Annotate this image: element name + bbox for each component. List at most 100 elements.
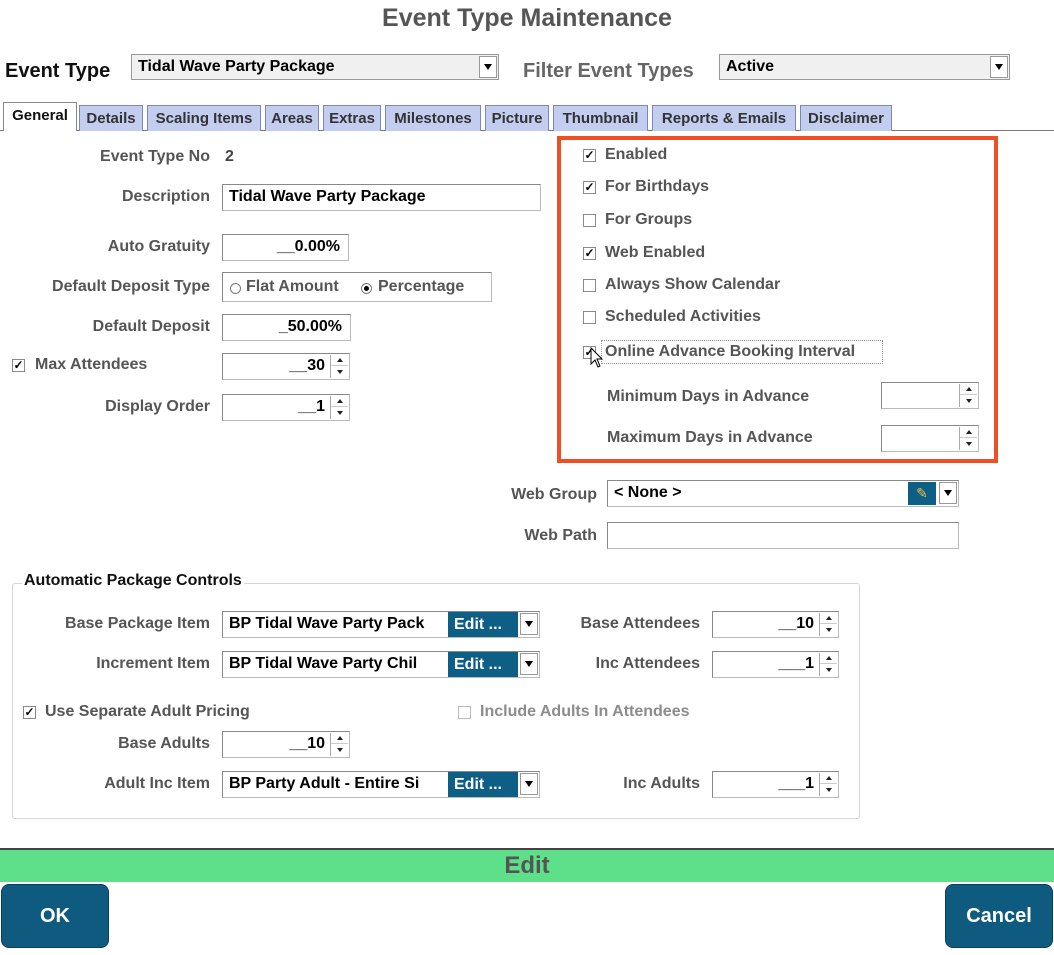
spin-buttons[interactable] [959, 427, 977, 450]
tab-details[interactable]: Details [79, 105, 143, 131]
tab-extras[interactable]: Extras [323, 105, 381, 131]
event-type-no-value: 2 [225, 148, 234, 165]
mouse-cursor-icon [590, 347, 604, 368]
adult-inc-select[interactable]: BP Party Adult - Entire Si Edit ... [222, 771, 540, 798]
deposit-type-group: Flat Amount Percentage [222, 272, 492, 302]
ok-button[interactable]: OK [1, 884, 109, 948]
spin-buttons[interactable] [959, 384, 977, 407]
inc-attendees-value: ___1 [778, 655, 814, 672]
separate-adult-label: Use Separate Adult Pricing [45, 703, 250, 720]
percentage-label: Percentage [378, 278, 465, 295]
chevron-down-icon[interactable] [520, 773, 538, 795]
chevron-down-icon[interactable] [520, 653, 538, 675]
base-adults-stepper[interactable]: __10 [222, 731, 350, 758]
scheduled-activities-checkbox[interactable] [583, 311, 596, 324]
flat-amount-label: Flat Amount [246, 278, 339, 295]
min-days-stepper[interactable] [881, 382, 979, 409]
window-title: Event Type Maintenance [382, 4, 672, 32]
tab-milestones[interactable]: Milestones [385, 105, 481, 131]
base-package-value: BP Tidal Wave Party Pack [229, 615, 425, 632]
auto-gratuity-input[interactable]: __0.00% [222, 234, 349, 261]
max-days-label: Maximum Days in Advance [607, 429, 813, 446]
max-attendees-stepper[interactable]: __30 [222, 353, 350, 380]
for-groups-checkbox[interactable] [583, 214, 596, 227]
inc-adults-stepper[interactable]: ___1 [712, 771, 839, 798]
display-order-value: __1 [298, 398, 325, 415]
include-adults-checkbox[interactable] [458, 706, 471, 719]
description-value: Tidal Wave Party Package [229, 188, 426, 205]
base-attendees-label: Base Attendees [580, 615, 700, 632]
for-birthdays-checkbox[interactable]: ✓ [583, 181, 596, 194]
tab-disclaimer[interactable]: Disclaimer [800, 105, 892, 131]
for-birthdays-label: For Birthdays [605, 178, 710, 195]
base-package-edit-button[interactable]: Edit ... [448, 612, 518, 637]
tab-areas[interactable]: Areas [265, 105, 319, 131]
spin-buttons[interactable] [330, 355, 348, 378]
display-order-label: Display Order [105, 398, 210, 415]
event-type-select[interactable]: Tidal Wave Party Package [131, 54, 499, 80]
filter-event-types-select[interactable]: Active [719, 54, 1010, 80]
base-package-label: Base Package Item [65, 615, 210, 632]
spin-buttons[interactable] [819, 773, 837, 796]
chevron-down-icon[interactable] [479, 56, 497, 78]
chevron-down-icon[interactable] [939, 482, 957, 504]
spin-buttons[interactable] [330, 396, 348, 419]
increment-edit-button[interactable]: Edit ... [448, 652, 518, 677]
increment-item-label: Increment Item [96, 655, 210, 672]
event-type-value: Tidal Wave Party Package [138, 58, 335, 75]
web-path-label: Web Path [524, 527, 597, 544]
pencil-icon[interactable]: ✎ [908, 482, 936, 505]
max-attendees-checkbox[interactable]: ✓ [12, 359, 25, 372]
spin-buttons[interactable] [819, 653, 837, 676]
event-type-label: Event Type [5, 60, 111, 82]
max-attendees-value: __30 [289, 357, 325, 374]
tab-general[interactable]: General [3, 102, 77, 131]
tab-picture[interactable]: Picture [485, 105, 549, 131]
base-package-select[interactable]: BP Tidal Wave Party Pack Edit ... [222, 611, 540, 638]
description-label: Description [121, 188, 210, 205]
flat-amount-radio[interactable] [230, 283, 241, 294]
description-input[interactable]: Tidal Wave Party Package [222, 184, 541, 211]
web-enabled-label: Web Enabled [605, 244, 706, 261]
increment-item-select[interactable]: BP Tidal Wave Party Chil Edit ... [222, 651, 540, 678]
for-groups-label: For Groups [605, 211, 693, 228]
percentage-radio[interactable] [361, 283, 372, 294]
event-type-no-label: Event Type No [100, 148, 210, 165]
inc-attendees-label: Inc Attendees [595, 655, 700, 672]
package-controls-title: Automatic Package Controls [22, 572, 244, 590]
chevron-down-icon[interactable] [990, 56, 1008, 78]
web-path-input[interactable] [607, 522, 959, 549]
adult-inc-label: Adult Inc Item [104, 775, 210, 792]
max-attendees-label: Max Attendees [35, 356, 148, 373]
separate-adult-checkbox[interactable]: ✓ [23, 706, 36, 719]
tab-reports-emails[interactable]: Reports & Emails [652, 105, 796, 131]
inc-adults-label: Inc Adults [623, 775, 700, 792]
inc-attendees-stepper[interactable]: ___1 [712, 651, 839, 678]
always-show-calendar-checkbox[interactable] [583, 279, 596, 292]
chevron-down-icon[interactable] [520, 613, 538, 635]
increment-item-value: BP Tidal Wave Party Chil [229, 655, 418, 672]
deposit-type-label: Default Deposit Type [52, 278, 210, 295]
adult-inc-edit-button[interactable]: Edit ... [448, 772, 518, 797]
enabled-checkbox[interactable]: ✓ [583, 149, 596, 162]
base-attendees-stepper[interactable]: __10 [712, 611, 839, 638]
web-enabled-checkbox[interactable]: ✓ [583, 247, 596, 260]
display-order-stepper[interactable]: __1 [222, 394, 350, 421]
cancel-button[interactable]: Cancel [945, 884, 1053, 948]
adult-inc-value: BP Party Adult - Entire Si [229, 775, 420, 792]
max-days-stepper[interactable] [881, 425, 979, 452]
base-adults-label: Base Adults [118, 735, 210, 752]
web-group-select[interactable]: < None > ✎ [607, 480, 959, 507]
include-adults-label: Include Adults In Attendees [480, 703, 690, 720]
spin-buttons[interactable] [330, 733, 348, 756]
tab-scaling-items[interactable]: Scaling Items [147, 105, 261, 131]
default-deposit-input[interactable]: _50.00% [222, 314, 351, 341]
min-days-label: Minimum Days in Advance [607, 388, 810, 405]
base-attendees-value: __10 [778, 615, 814, 632]
tab-thumbnail[interactable]: Thumbnail [553, 105, 648, 131]
spin-buttons[interactable] [819, 613, 837, 636]
filter-event-types-label: Filter Event Types [523, 60, 694, 82]
auto-gratuity-value: __0.00% [276, 238, 340, 255]
inc-adults-value: ___1 [778, 775, 814, 792]
default-deposit-label: Default Deposit [92, 318, 210, 335]
